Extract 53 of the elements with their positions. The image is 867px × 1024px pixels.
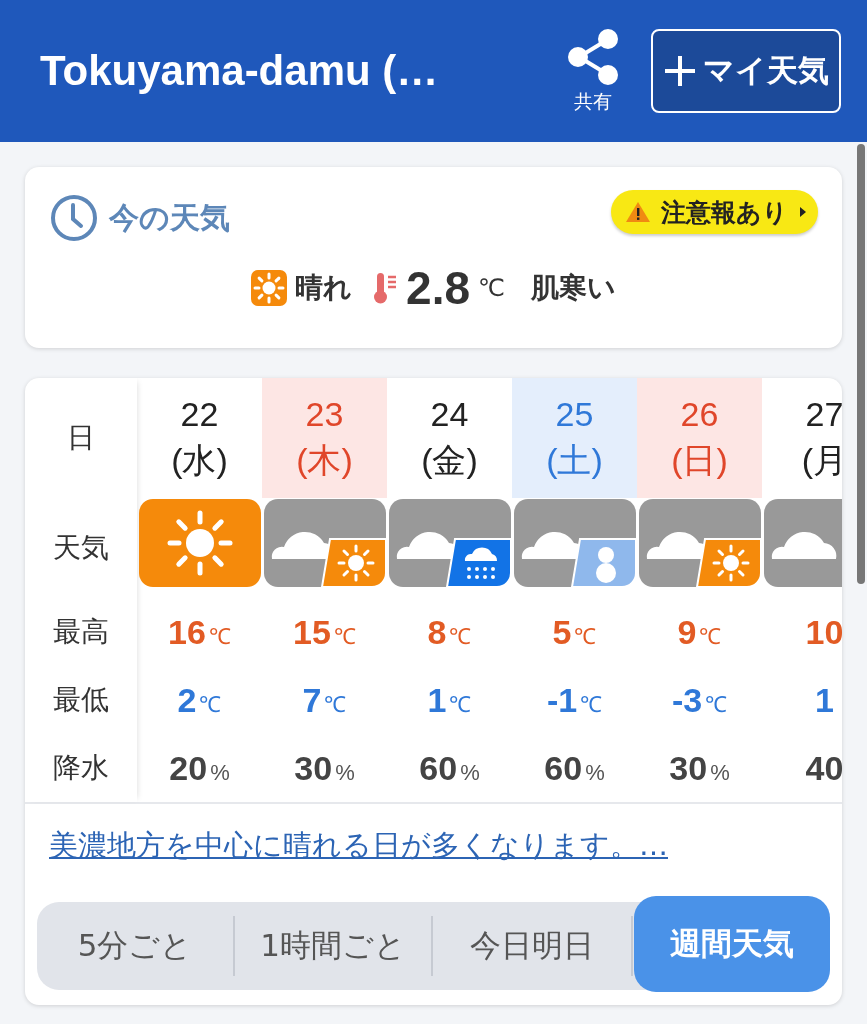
cloud-rain-icon xyxy=(388,499,511,587)
row-label: 降水 xyxy=(53,750,109,786)
view-tab[interactable]: 5分ごと xyxy=(37,916,235,976)
low-temperature: 1 xyxy=(815,680,834,720)
high-temperature: 10 xyxy=(805,612,842,652)
row-label: 天気 xyxy=(53,530,109,566)
date-header: 27 (月 xyxy=(800,394,842,481)
forecast-summary-link[interactable]: 美濃地方を中心に晴れる日が多くなります。… xyxy=(49,828,668,862)
precipitation-chance: 40 xyxy=(805,748,842,788)
caret-icon xyxy=(798,206,808,218)
high-temperature: 5℃ xyxy=(552,612,597,652)
sun-icon xyxy=(138,499,261,587)
date-header: 24 (金) xyxy=(420,394,479,481)
clock-icon xyxy=(49,193,99,243)
section-title: 今の天気 xyxy=(109,198,231,237)
precipitation-chance: 30% xyxy=(669,748,730,788)
cloud-sun-icon xyxy=(638,499,761,587)
date-header: 22 (水) xyxy=(170,394,229,481)
cloud-snow-icon xyxy=(513,499,636,587)
high-temperature: 8℃ xyxy=(427,612,472,652)
date-header: 23 (木) xyxy=(262,378,387,498)
warning-icon xyxy=(625,200,651,224)
row-label: 最低 xyxy=(53,682,109,718)
date-header: 26 (日) xyxy=(637,378,762,498)
thermometer-icon xyxy=(372,271,399,305)
precipitation-chance: 60% xyxy=(544,748,605,788)
date-header: 25 (土) xyxy=(512,378,637,498)
low-temperature: 1℃ xyxy=(427,680,472,720)
plus-icon xyxy=(663,54,697,88)
location-title: Tokuyama-damu (… xyxy=(40,47,440,95)
precipitation-chance: 30% xyxy=(294,748,355,788)
view-tab[interactable]: 週間天気 xyxy=(634,896,830,992)
precipitation-chance: 20% xyxy=(169,748,230,788)
high-temperature: 9℃ xyxy=(677,612,722,652)
low-temperature: 7℃ xyxy=(302,680,347,720)
temperature-value: 2.8 xyxy=(406,261,470,315)
low-temperature: -1℃ xyxy=(546,680,603,720)
row-label: 日 xyxy=(67,420,95,456)
temperature-unit: ℃ xyxy=(478,274,505,302)
sun-icon xyxy=(251,270,288,306)
condition-text: 晴れ xyxy=(295,270,353,306)
low-temperature: -3℃ xyxy=(671,680,728,720)
warning-badge[interactable]: 注意報あり xyxy=(611,190,818,234)
view-tab[interactable]: 1時間ごと xyxy=(235,916,433,976)
row-label: 最高 xyxy=(53,614,109,650)
high-temperature: 16℃ xyxy=(168,612,231,652)
my-weather-button[interactable]: マイ天気 xyxy=(651,29,841,113)
cloud-sun-icon xyxy=(263,499,386,587)
low-temperature: 2℃ xyxy=(177,680,222,720)
share-button[interactable]: 共有 xyxy=(565,27,621,115)
feeling-text: 肌寒い xyxy=(530,270,616,306)
high-temperature: 15℃ xyxy=(293,612,356,652)
precipitation-chance: 60% xyxy=(419,748,480,788)
